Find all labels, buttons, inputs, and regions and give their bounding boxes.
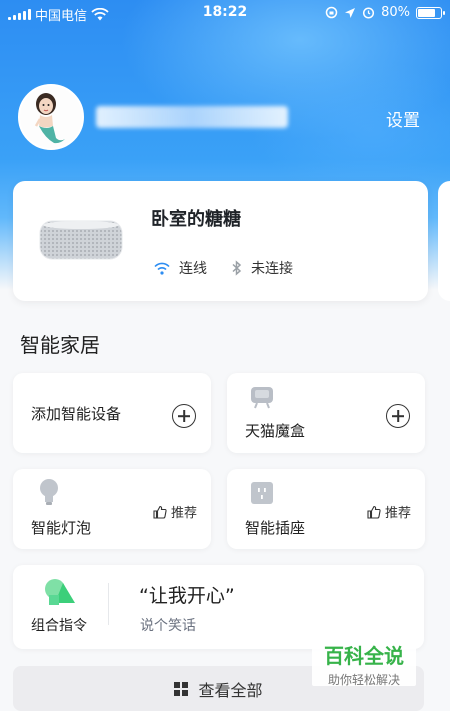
bluetooth-status-label: 未连接 (251, 261, 293, 277)
tmall-box-label: 天猫魔盒 (245, 422, 306, 440)
mermaid-avatar-image (20, 86, 82, 148)
thumbs-up-icon (367, 505, 381, 519)
watermark-title: 百科全说 (324, 644, 404, 668)
power-socket-icon (251, 482, 273, 504)
recommend-button[interactable]: 推荐 (153, 502, 197, 521)
view-all-label: 查看全部 (198, 680, 263, 700)
recommend-button[interactable]: 推荐 (367, 502, 411, 521)
light-bulb-icon (40, 479, 58, 505)
thumbs-up-icon (153, 505, 167, 519)
smart-socket-tile[interactable]: 智能插座 推荐 (227, 469, 425, 549)
device-name: 卧室的糖糖 (151, 209, 241, 230)
alarm-icon (363, 7, 375, 19)
username (96, 106, 288, 128)
settings-button[interactable]: 设置 (386, 106, 420, 131)
plus-circle-icon[interactable] (386, 404, 410, 428)
recommend-label: 推荐 (171, 506, 198, 521)
next-device-card[interactable] (438, 181, 450, 301)
rotation-lock-icon (325, 6, 338, 19)
speaker-device-image (39, 217, 123, 265)
recommend-label: 推荐 (385, 506, 412, 521)
combo-command-label: 组合指令 (31, 618, 87, 634)
watermark: 百科全说 助你轻松解决 (312, 632, 416, 687)
battery-icon (416, 6, 445, 19)
combo-quote: “让我开心” (139, 585, 235, 607)
divider (108, 583, 109, 625)
tmall-box-tile[interactable]: 天猫魔盒 (227, 373, 425, 453)
plus-circle-icon[interactable] (172, 404, 196, 428)
watermark-subtitle: 助你轻松解决 (327, 673, 400, 687)
add-smart-device-label: 添加智能设备 (31, 405, 122, 423)
status-bar: 中国电信 18:22 80% (0, 0, 450, 26)
tv-box-icon (251, 387, 273, 409)
bluetooth-icon (232, 260, 242, 276)
add-smart-device-tile[interactable]: 添加智能设备 (13, 373, 211, 453)
section-title: 智能家居 (20, 333, 100, 357)
connection-status: 连线 未连接 (153, 258, 317, 278)
smart-bulb-label: 智能灯泡 (31, 519, 92, 537)
device-card[interactable]: 卧室的糖糖 连线 未连接 (13, 181, 428, 301)
shapes-icon (45, 579, 75, 605)
location-arrow-icon (345, 7, 356, 18)
smart-bulb-tile[interactable]: 智能灯泡 推荐 (13, 469, 211, 549)
battery-percent: 80% (381, 5, 410, 20)
grid-icon (174, 681, 189, 696)
wifi-icon (154, 262, 170, 275)
smart-socket-label: 智能插座 (245, 519, 306, 537)
avatar[interactable] (18, 84, 84, 150)
wifi-status-label: 连线 (179, 261, 207, 277)
combo-subtitle: 说个笑话 (140, 618, 196, 634)
